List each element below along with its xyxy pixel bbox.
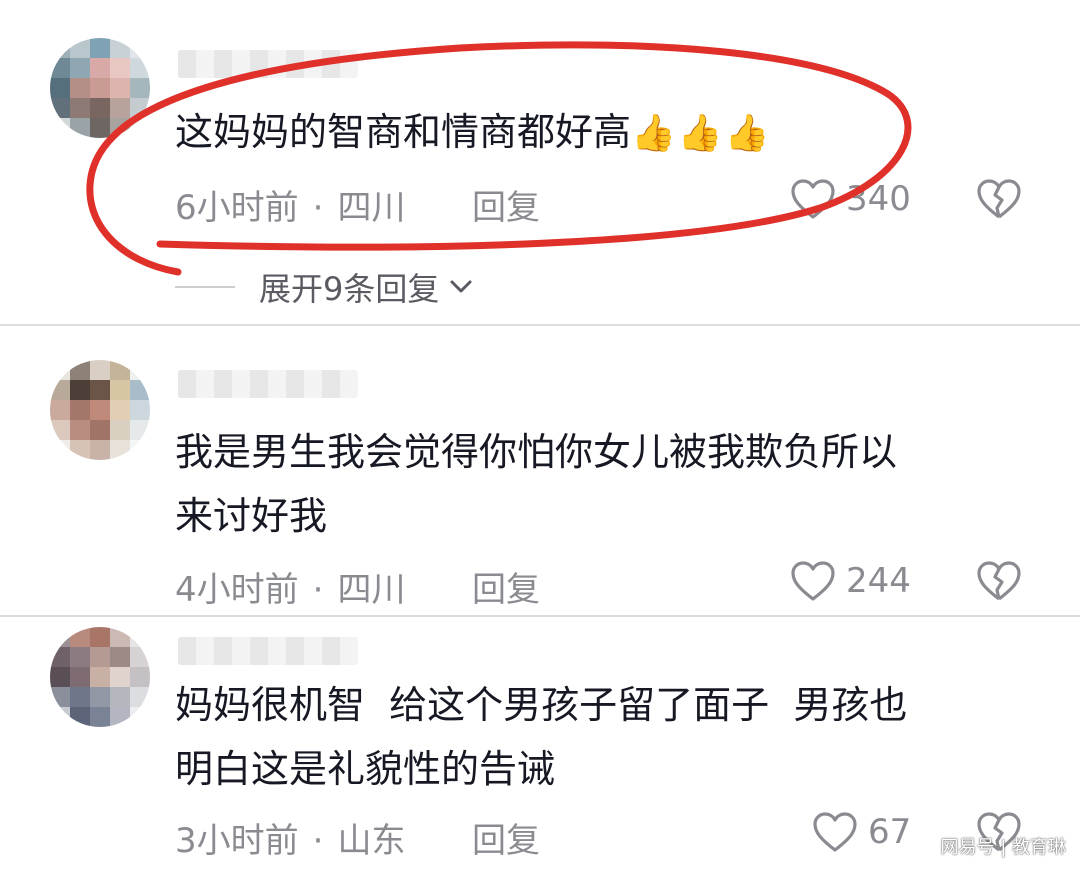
- dislike-button[interactable]: [976, 178, 1022, 224]
- expand-replies-button[interactable]: 展开9条回复: [175, 264, 473, 310]
- comment-time: 4小时前: [175, 570, 299, 610]
- comment-location: 四川: [337, 570, 406, 610]
- reply-button[interactable]: 回复: [472, 180, 540, 229]
- comment-item-1: 这妈妈的智商和情商都好高👍👍👍 6小时前 · 四川 回复 340 展开9条回复: [0, 0, 1080, 325]
- username-blurred[interactable]: [178, 370, 358, 398]
- comment-text: 这妈妈的智商和情商都好高👍👍👍: [175, 100, 1015, 166]
- comment-time: 6小时前: [175, 188, 299, 228]
- avatar[interactable]: [50, 627, 150, 727]
- like-count: 67: [868, 812, 912, 852]
- comment-text: 我是男生我会觉得你怕你女儿被我欺负所以 来讨好我: [175, 430, 898, 538]
- reply-button[interactable]: 回复: [472, 813, 540, 862]
- avatar[interactable]: [50, 360, 150, 460]
- thumbs-up-emoji: 👍👍👍: [631, 113, 772, 154]
- dislike-button[interactable]: [976, 560, 1022, 606]
- expand-line: [175, 286, 235, 288]
- comment-meta: 3小时前 · 山东: [175, 821, 406, 861]
- comment-item-2: 我是男生我会觉得你怕你女儿被我欺负所以 来讨好我 4小时前 · 四川 回复 244: [0, 326, 1080, 616]
- broken-heart-icon: [977, 561, 1021, 601]
- heart-icon: [791, 179, 835, 219]
- comment-location: 山东: [337, 821, 406, 861]
- username-blurred[interactable]: [178, 50, 358, 78]
- comment-time: 3小时前: [175, 821, 299, 861]
- chevron-down-icon: [450, 280, 472, 293]
- avatar[interactable]: [50, 38, 150, 138]
- username-blurred[interactable]: [178, 637, 358, 665]
- broken-heart-icon: [977, 179, 1021, 219]
- comment-location: 四川: [337, 188, 406, 228]
- reply-button[interactable]: 回复: [472, 562, 540, 611]
- like-button[interactable]: 244: [790, 560, 911, 602]
- watermark: 网易号 | 教育琳: [940, 837, 1066, 858]
- comment-meta: 6小时前 · 四川: [175, 188, 406, 228]
- comment-text: 妈妈很机智 给这个男孩子留了面子 男孩也 明白这是礼貌性的告诫: [175, 683, 908, 791]
- like-count: 340: [846, 179, 911, 219]
- like-count: 244: [846, 561, 911, 601]
- comment-item-3: 妈妈很机智 给这个男孩子留了面子 男孩也 明白这是礼貌性的告诫 3小时前 · 山东 …: [0, 617, 1080, 869]
- heart-icon: [813, 812, 857, 852]
- comment-meta: 4小时前 · 四川: [175, 570, 406, 610]
- like-button[interactable]: 67: [812, 811, 911, 853]
- like-button[interactable]: 340: [790, 178, 911, 220]
- heart-icon: [791, 561, 835, 601]
